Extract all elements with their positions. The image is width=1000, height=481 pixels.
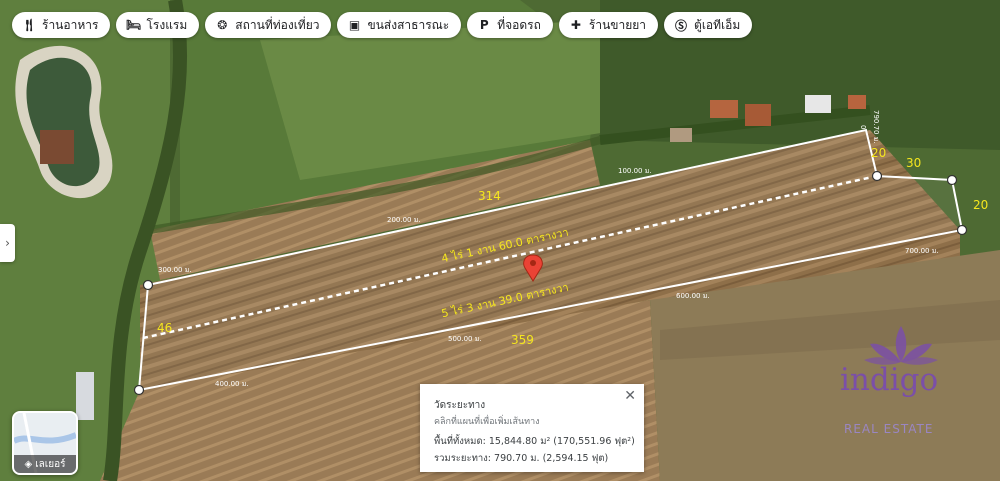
chip-pharmacy[interactable]: ✚ ร้านขายยา xyxy=(558,12,659,38)
hotel-icon: 🛏︎ xyxy=(125,18,142,32)
chip-parking[interactable]: P ที่จอดรถ xyxy=(467,12,553,38)
total-area: พื้นที่ทั้งหมด: 15,844.80 ม² (170,551.96… xyxy=(434,436,635,447)
side-length-label: 20 xyxy=(973,198,988,212)
close-icon[interactable]: ✕ xyxy=(624,388,636,404)
chip-label: ตู้เอทีเอ็ม xyxy=(694,17,741,32)
chip-label: ร้านขายยา xyxy=(588,17,647,32)
measure-hint: คลิกที่แผนที่เพื่อเพิ่มเส้นทาง xyxy=(434,417,540,427)
parking-icon: P xyxy=(479,18,489,32)
chevron-right-icon: › xyxy=(5,236,10,250)
expand-side-panel-button[interactable]: › xyxy=(0,224,15,262)
total-distance: รวมระยะทาง: 790.70 ม. (2,594.15 ฟุต) xyxy=(434,453,609,464)
chip-restaurants[interactable]: 🍴︎ ร้านอาหาร xyxy=(12,12,111,38)
side-length-label: 46 xyxy=(157,321,172,335)
distance-label: 790.70 ม. xyxy=(872,110,880,144)
vertex-handle[interactable] xyxy=(956,224,968,236)
distance-label: 400.00 ม. xyxy=(215,380,249,388)
vertex-handle[interactable] xyxy=(133,384,145,396)
distance-label: 500.00 ม. xyxy=(448,335,482,343)
layers-label-row: ◈ เลเยอร์ xyxy=(14,455,76,473)
chip-atm[interactable]: Ⓢ ตู้เอทีเอ็ม xyxy=(664,12,753,38)
distance-label: 300.00 ม. xyxy=(158,266,192,274)
side-length-label: 30 xyxy=(906,156,921,170)
layers-label: เลเยอร์ xyxy=(35,458,66,470)
watermark-logo: indigo REAL ESTATE xyxy=(836,320,966,440)
attraction-icon: ❂ xyxy=(217,18,228,32)
distance-label: 700.00 ม. xyxy=(905,247,939,255)
side-length-label: 20 xyxy=(871,146,886,160)
distance-label: 200.00 ม. xyxy=(387,216,421,224)
logo-wordmark: indigo xyxy=(840,362,939,398)
vertex-handle[interactable] xyxy=(946,174,958,186)
chip-label: สถานที่ท่องเที่ยว xyxy=(235,17,320,32)
logo-subtitle: REAL ESTATE xyxy=(844,422,934,436)
pharmacy-icon: ✚ xyxy=(570,18,581,32)
vertex-handle[interactable] xyxy=(871,170,883,182)
distance-label: 0 xyxy=(859,125,867,129)
distance-label: 600.00 ม. xyxy=(676,292,710,300)
side-length-label: 359 xyxy=(511,333,534,347)
chip-label: ที่จอดรถ xyxy=(497,17,541,32)
atm-icon: Ⓢ xyxy=(675,18,688,33)
measure-title: วัดระยะทาง xyxy=(434,400,486,411)
chip-label: ขนส่งสาธารณะ xyxy=(367,17,450,32)
layers-button[interactable]: ◈ เลเยอร์ xyxy=(12,411,78,475)
transit-icon: ▣ xyxy=(348,18,361,32)
chip-attractions[interactable]: ❂ สถานที่ท่องเที่ยว xyxy=(205,12,332,38)
chip-transit[interactable]: ▣ ขนส่งสาธารณะ xyxy=(337,12,462,38)
chip-label: โรงแรม xyxy=(146,17,188,32)
chip-label: ร้านอาหาร xyxy=(42,17,99,32)
vertex-handle[interactable] xyxy=(142,279,154,291)
category-chip-bar: 🍴︎ ร้านอาหาร 🛏︎ โรงแรม ❂ สถานที่ท่องเที่… xyxy=(12,12,753,38)
restaurant-icon: 🍴︎ xyxy=(21,18,37,32)
distance-label: 100.00 ม. xyxy=(618,167,652,175)
chip-hotels[interactable]: 🛏︎ โรงแรม xyxy=(116,12,200,38)
layers-icon: ◈ xyxy=(24,458,33,470)
measure-distance-panel: วัดระยะทาง คลิกที่แผนที่เพื่อเพิ่มเส้นทา… xyxy=(420,384,644,472)
side-length-label: 314 xyxy=(478,189,501,203)
